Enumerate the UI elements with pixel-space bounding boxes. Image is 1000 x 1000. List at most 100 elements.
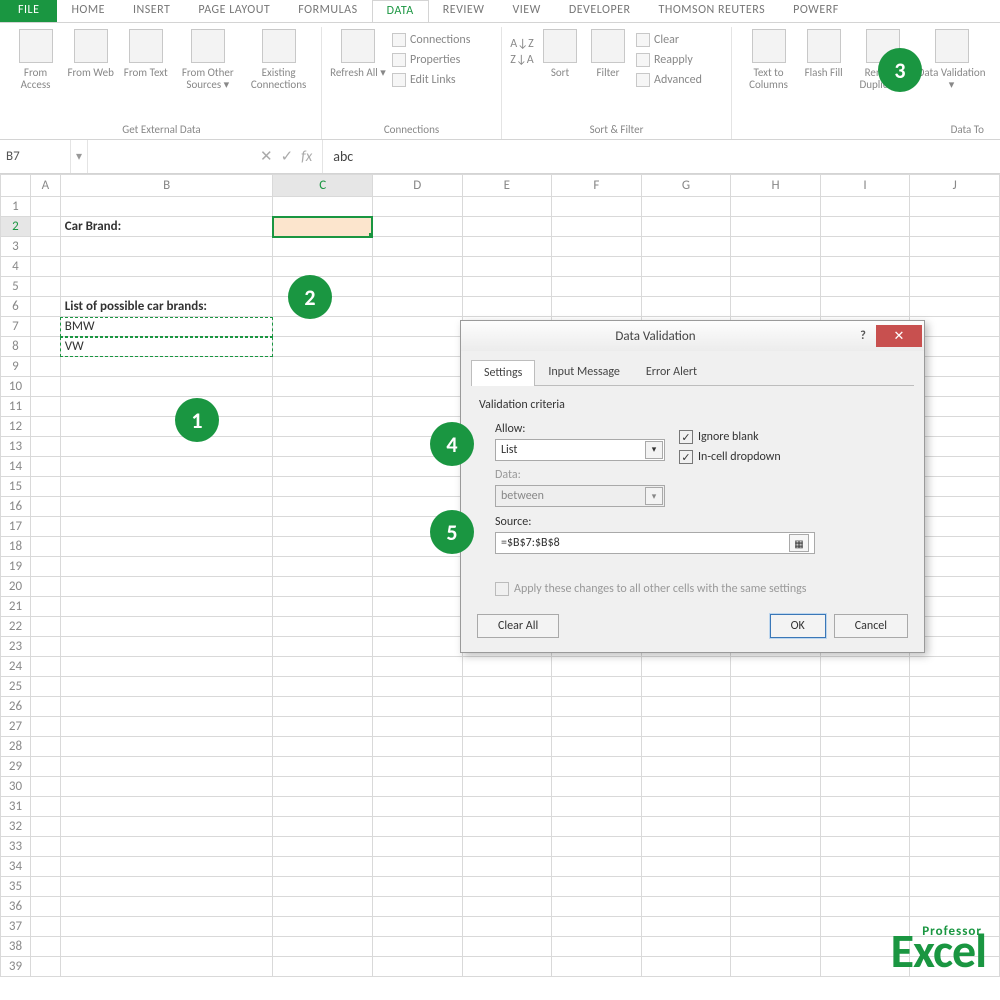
cell-A27[interactable] [30, 717, 60, 737]
in-cell-dropdown-checkbox[interactable]: ✓In-cell dropdown [679, 450, 781, 464]
cell-D26[interactable] [372, 697, 462, 717]
row-16[interactable]: 16 [1, 497, 31, 517]
cell-B13[interactable] [60, 437, 273, 457]
name-box-dropdown[interactable]: ▾ [70, 140, 88, 173]
cell-G3[interactable] [641, 237, 731, 257]
cell-B9[interactable] [60, 357, 273, 377]
cell-C24[interactable] [273, 657, 373, 677]
cell-G35[interactable] [641, 877, 731, 897]
cell-I36[interactable] [820, 897, 910, 917]
cell-D37[interactable] [372, 917, 462, 937]
cell-J26[interactable] [910, 697, 1000, 717]
row-15[interactable]: 15 [1, 477, 31, 497]
cell-B35[interactable] [60, 877, 273, 897]
cell-H37[interactable] [731, 917, 821, 937]
row-2[interactable]: 2 [1, 217, 31, 237]
row-29[interactable]: 29 [1, 757, 31, 777]
cell-A18[interactable] [30, 537, 60, 557]
cell-G39[interactable] [641, 957, 731, 977]
sort-button[interactable]: Sort [536, 27, 584, 89]
cell-C16[interactable] [273, 497, 373, 517]
cell-I5[interactable] [820, 277, 910, 297]
cell-A31[interactable] [30, 797, 60, 817]
cell-E4[interactable] [462, 257, 552, 277]
col-I[interactable]: I [820, 175, 910, 197]
col-H[interactable]: H [731, 175, 821, 197]
cell-F2[interactable] [552, 217, 642, 237]
cell-I24[interactable] [820, 657, 910, 677]
cell-A3[interactable] [30, 237, 60, 257]
cell-A13[interactable] [30, 437, 60, 457]
cell-B22[interactable] [60, 617, 273, 637]
cell-E31[interactable] [462, 797, 552, 817]
cell-C14[interactable] [273, 457, 373, 477]
cell-G37[interactable] [641, 917, 731, 937]
cell-H32[interactable] [731, 817, 821, 837]
cell-J35[interactable] [910, 877, 1000, 897]
cell-J2[interactable] [910, 217, 1000, 237]
row-36[interactable]: 36 [1, 897, 31, 917]
cell-F24[interactable] [552, 657, 642, 677]
dialog-titlebar[interactable]: Data Validation ? ✕ [461, 321, 924, 351]
cell-B37[interactable] [60, 917, 273, 937]
cell-I26[interactable] [820, 697, 910, 717]
cell-J27[interactable] [910, 717, 1000, 737]
row-25[interactable]: 25 [1, 677, 31, 697]
row-3[interactable]: 3 [1, 237, 31, 257]
from-text-button[interactable]: From Text [118, 27, 173, 91]
cell-C28[interactable] [273, 737, 373, 757]
cell-D20[interactable] [372, 577, 462, 597]
row-33[interactable]: 33 [1, 837, 31, 857]
cell-I4[interactable] [820, 257, 910, 277]
cell-D33[interactable] [372, 837, 462, 857]
existing-connections-button[interactable]: Existing Connections [242, 27, 315, 91]
cell-F32[interactable] [552, 817, 642, 837]
cell-B18[interactable] [60, 537, 273, 557]
cell-H31[interactable] [731, 797, 821, 817]
cell-C26[interactable] [273, 697, 373, 717]
cell-A15[interactable] [30, 477, 60, 497]
cell-E28[interactable] [462, 737, 552, 757]
col-G[interactable]: G [641, 175, 731, 197]
cell-J6[interactable] [910, 297, 1000, 317]
cell-J32[interactable] [910, 817, 1000, 837]
cell-H4[interactable] [731, 257, 821, 277]
cell-A38[interactable] [30, 937, 60, 957]
text-to-columns-button[interactable]: Text to Columns [738, 27, 799, 91]
select-all-corner[interactable] [1, 175, 31, 197]
cell-E36[interactable] [462, 897, 552, 917]
cell-G27[interactable] [641, 717, 731, 737]
row-18[interactable]: 18 [1, 537, 31, 557]
cell-D36[interactable] [372, 897, 462, 917]
enter-icon[interactable]: ✓ [281, 147, 294, 166]
cell-F38[interactable] [552, 937, 642, 957]
col-J[interactable]: J [910, 175, 1000, 197]
cell-G29[interactable] [641, 757, 731, 777]
tab-data[interactable]: DATA [372, 0, 429, 22]
from-other-button[interactable]: From Other Sources ▾ [173, 27, 242, 91]
row-27[interactable]: 27 [1, 717, 31, 737]
cell-E2[interactable] [462, 217, 552, 237]
cell-B26[interactable] [60, 697, 273, 717]
cell-A16[interactable] [30, 497, 60, 517]
cell-G25[interactable] [641, 677, 731, 697]
cell-A26[interactable] [30, 697, 60, 717]
cell-E5[interactable] [462, 277, 552, 297]
cell-A12[interactable] [30, 417, 60, 437]
cell-G36[interactable] [641, 897, 731, 917]
refresh-all-button[interactable]: Refresh All ▾ [328, 27, 388, 89]
cell-C20[interactable] [273, 577, 373, 597]
cell-C18[interactable] [273, 537, 373, 557]
cell-F4[interactable] [552, 257, 642, 277]
col-C[interactable]: C [273, 175, 373, 197]
tab-formulas[interactable]: FORMULAS [284, 0, 371, 22]
cell-A14[interactable] [30, 457, 60, 477]
cell-D5[interactable] [372, 277, 462, 297]
cell-A8[interactable] [30, 337, 60, 357]
help-button[interactable]: ? [850, 329, 876, 343]
cell-J3[interactable] [910, 237, 1000, 257]
cell-I32[interactable] [820, 817, 910, 837]
cell-D25[interactable] [372, 677, 462, 697]
row-5[interactable]: 5 [1, 277, 31, 297]
cell-D10[interactable] [372, 377, 462, 397]
